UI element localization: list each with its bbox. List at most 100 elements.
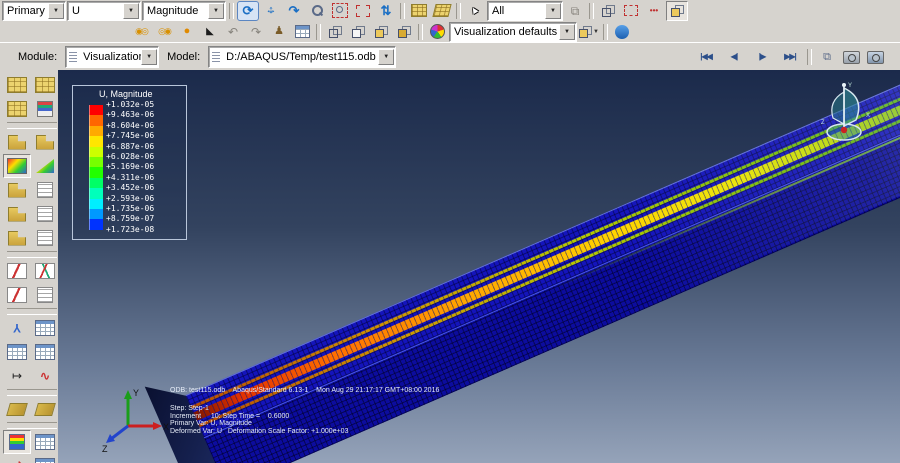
xy-chart-tool[interactable] xyxy=(3,259,31,283)
weld-contour-stripe xyxy=(190,71,900,428)
invariant-combo[interactable]: Magnitude ▼ xyxy=(142,0,226,21)
xy-data-table-tool[interactable] xyxy=(3,340,31,364)
animation-options-tool[interactable] xyxy=(31,73,59,97)
legend-body: +1.032e-05 +9.463e-06 +8.604e-06 +7.745e-06… xyxy=(73,100,186,235)
legend-tick-value: +6.028e-06 xyxy=(106,151,155,161)
stream-tool[interactable]: ⇄ xyxy=(3,454,31,463)
zoom-box-button[interactable] xyxy=(329,1,351,21)
render-wireframe-button[interactable] xyxy=(324,22,346,42)
create-xy-data-tool[interactable] xyxy=(3,283,31,307)
snapshot-button[interactable] xyxy=(840,47,862,67)
data-table-tool[interactable] xyxy=(31,340,59,364)
last-frame-button[interactable]: ▶▶| xyxy=(777,48,803,66)
copy-viewport-button[interactable]: ⧉ xyxy=(564,1,586,21)
color-cube-dropdown[interactable]: ▼ xyxy=(578,22,600,42)
create-path-tool[interactable]: Y xyxy=(3,316,31,340)
probe-values-button[interactable]: ♟ xyxy=(268,22,290,42)
pan-view-button[interactable] xyxy=(260,1,282,21)
wireframe-box-button[interactable] xyxy=(597,1,619,21)
contour-options-tool[interactable] xyxy=(31,154,59,178)
chevron-down-icon[interactable]: ▼ xyxy=(559,23,575,40)
refresh-plot-button[interactable]: ⟳ xyxy=(237,0,259,21)
frame-selector-button[interactable] xyxy=(816,47,838,67)
position-marker-tool[interactable]: ↦ xyxy=(3,364,31,388)
toolbox-row xyxy=(3,154,61,178)
truss-display-button[interactable] xyxy=(431,1,453,21)
viewport-canvas[interactable]: U, Magnitude +1.032e-05 +9.463e-06 +8.604e… xyxy=(58,70,900,463)
frame-selector-tool[interactable] xyxy=(3,73,31,97)
magnify-view-button[interactable] xyxy=(306,1,328,21)
separator xyxy=(7,389,57,396)
section-points-tool[interactable] xyxy=(31,97,59,121)
shaded-sphere-button[interactable]: ● xyxy=(176,22,198,42)
result-position-combo[interactable]: Primary ▼ xyxy=(2,0,66,21)
previous-frame-button[interactable]: ◀| xyxy=(721,48,747,66)
chevron-down-icon[interactable]: ▼ xyxy=(208,2,224,19)
redo-icon: ↷ xyxy=(250,24,262,39)
toolbox-row xyxy=(3,283,61,307)
render-filled-icon xyxy=(397,25,411,38)
symbol-plot-tool[interactable] xyxy=(3,178,31,202)
plot-deformed-tool[interactable] xyxy=(31,130,59,154)
report-options-tool[interactable] xyxy=(31,454,59,463)
edit-points-button[interactable] xyxy=(643,1,665,21)
symbol-options-tool[interactable] xyxy=(31,178,59,202)
render-hidden-button[interactable] xyxy=(347,22,369,42)
legend-options-tool[interactable] xyxy=(3,430,31,454)
orientation-plot-tool[interactable] xyxy=(3,202,31,226)
select-cursor-button[interactable] xyxy=(464,1,486,21)
table-report-tool[interactable] xyxy=(31,430,59,454)
ladder-display-button[interactable] xyxy=(408,1,430,21)
manipulate-view-icon xyxy=(670,4,684,17)
selection-filter-combo[interactable]: All ▼ xyxy=(487,0,563,21)
select-cursor-icon xyxy=(470,6,480,16)
chevron-down-icon[interactable]: ▼ xyxy=(141,49,158,65)
redo-button[interactable]: ↷ xyxy=(245,22,267,42)
rotate-view-button[interactable]: ↷ xyxy=(283,1,305,21)
chevron-down-icon[interactable]: ▼ xyxy=(378,49,395,65)
render-filled-button[interactable] xyxy=(393,22,415,42)
render-shaded-button[interactable] xyxy=(370,22,392,42)
chevron-down-icon[interactable]: ▼ xyxy=(545,2,561,19)
select-region-button[interactable] xyxy=(620,1,642,21)
chevron-down-icon[interactable]: ▼ xyxy=(123,2,139,19)
overlay-plot-button[interactable] xyxy=(153,22,175,42)
superimpose-plot-button[interactable] xyxy=(130,22,152,42)
visualization-toolbox: Y ↦∿ ⇄ xyxy=(0,70,61,463)
deformed-shape-tool[interactable] xyxy=(3,226,31,250)
separator xyxy=(418,23,423,40)
orientation-options-tool[interactable] xyxy=(31,202,59,226)
xy-options-tool[interactable] xyxy=(31,283,59,307)
field-variable-combo[interactable]: U ▼ xyxy=(67,0,141,21)
free-body-cut-tool[interactable] xyxy=(3,397,31,421)
undo-button[interactable]: ↶ xyxy=(222,22,244,42)
color-code-palette-button[interactable] xyxy=(426,22,448,42)
curve-tool[interactable]: ∿ xyxy=(31,364,59,388)
module-combo[interactable]: Visualization ▼ xyxy=(65,46,160,68)
query-table-button[interactable] xyxy=(291,22,313,42)
manipulate-view-button[interactable] xyxy=(666,0,688,21)
next-frame-button[interactable]: |▶ xyxy=(749,48,775,66)
legend-tick-value: +9.463e-06 xyxy=(106,110,155,120)
pointer-tool-button[interactable]: ◣ xyxy=(199,22,221,42)
view-compass[interactable]: Y X Z xyxy=(813,80,875,148)
color-code-combo[interactable]: Visualization defaults ▼ xyxy=(449,21,577,42)
contour-plot-tool[interactable] xyxy=(3,154,31,178)
movie-button[interactable] xyxy=(864,47,886,67)
info-button[interactable] xyxy=(611,22,633,42)
fit-view-button[interactable] xyxy=(352,1,374,21)
chevron-down-icon[interactable]: ▼ xyxy=(48,2,64,19)
cycle-views-button[interactable]: ⇅ xyxy=(375,1,397,21)
plot-options-tool[interactable] xyxy=(31,226,59,250)
legend-tick-value: +8.759e-07 xyxy=(106,214,155,224)
model-combo[interactable]: D:/ABAQUS/Temp/test115.odb ▼ xyxy=(208,46,397,68)
separator xyxy=(7,122,57,129)
path-table-tool[interactable] xyxy=(31,316,59,340)
field-output-tool[interactable] xyxy=(3,97,31,121)
first-frame-button[interactable]: |◀◀ xyxy=(693,48,719,66)
view-cut-tool[interactable] xyxy=(31,397,59,421)
ladder-display-icon xyxy=(411,4,427,17)
color-code-palette-icon xyxy=(429,24,445,39)
plot-undeformed-tool[interactable] xyxy=(3,130,31,154)
xy-curves-tool[interactable] xyxy=(31,259,59,283)
